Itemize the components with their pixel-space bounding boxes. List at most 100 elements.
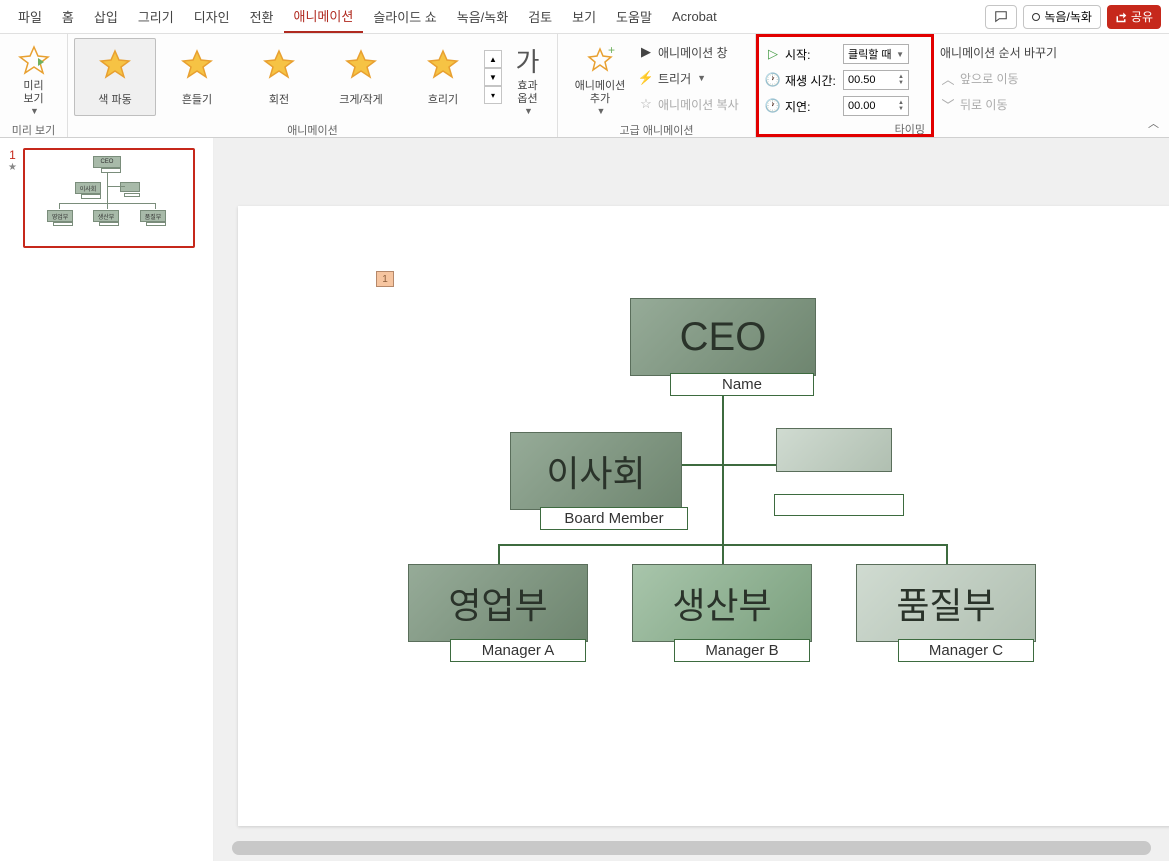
node-subtitle: Board Member [540, 507, 688, 530]
trigger-label: 트리거 [658, 70, 691, 87]
tab-transitions[interactable]: 전환 [240, 1, 284, 32]
trigger-button[interactable]: ⚡ 트리거 ▼ [638, 66, 739, 90]
chevron-down-icon: ▼ [30, 106, 39, 116]
star-icon [99, 48, 131, 87]
gallery-more[interactable]: ▾ [484, 86, 502, 104]
duration-label: 재생 시간: [785, 72, 836, 89]
chevron-down-icon: ﹀ [940, 96, 956, 112]
move-later-button: ﹀ 뒤로 이동 [940, 92, 1008, 116]
tab-design[interactable]: 디자인 [184, 1, 240, 32]
animation-gallery[interactable]: 색 파동 흔들기 회전 크게/작게 흐리기 [74, 38, 502, 116]
tab-help[interactable]: 도움말 [606, 1, 662, 32]
timing-start-row: ▷ 시작: 클릭할 때 ▼ [765, 41, 909, 67]
record-button[interactable]: 녹음/녹화 [1023, 5, 1101, 29]
anim-item-colorwave[interactable]: 색 파동 [74, 38, 156, 116]
node-subtitle [774, 494, 904, 516]
add-animation-label: 애니메이션 추가 [575, 80, 626, 106]
connector [946, 544, 948, 566]
node-subtitle: Manager C [898, 639, 1034, 662]
anim-item-rotate[interactable]: 회전 [238, 38, 320, 116]
tab-slideshow[interactable]: 슬라이드 쇼 [363, 1, 446, 32]
gallery-scroll: ▲ ▼ ▾ [484, 50, 502, 104]
star-icon [181, 48, 213, 87]
chevron-down-icon: ▼ [896, 50, 904, 59]
anim-item-fade[interactable]: 흐리기 [402, 38, 484, 116]
delay-clock-icon: 🕐 [765, 98, 781, 114]
share-icon [1115, 11, 1127, 23]
record-icon [1032, 13, 1040, 21]
preview-button[interactable]: 미리 보기 ▼ [6, 38, 61, 120]
star-icon [263, 48, 295, 87]
tab-insert[interactable]: 삽입 [84, 1, 128, 32]
record-label: 녹음/녹화 [1044, 8, 1092, 25]
tab-record[interactable]: 녹음/녹화 [447, 1, 518, 32]
tab-file[interactable]: 파일 [8, 1, 52, 32]
node-subtitle: Manager B [674, 639, 810, 662]
org-node-ceo[interactable]: CEO Name [630, 298, 816, 396]
node-box: 이사회 [510, 432, 682, 510]
ribbon: 미리 보기 ▼ 미리 보기 색 파동 흔들기 회전 [0, 34, 1169, 138]
move-earlier-label: 앞으로 이동 [960, 70, 1019, 87]
animation-indicator-icon: ★ [8, 162, 17, 173]
slide-thumbnail-1[interactable]: CEO 이사회 영업부 생산부 품질부 [23, 148, 195, 248]
add-animation-button[interactable]: + 애니메이션 추가 ▼ [564, 38, 636, 120]
org-node-dept1[interactable]: 영업부 Manager A [408, 564, 588, 662]
org-node-dept2[interactable]: 생산부 Manager B [632, 564, 812, 662]
gallery-scroll-up[interactable]: ▲ [484, 50, 502, 68]
group-label-timing: 타이밍 [765, 119, 925, 139]
anim-item-growshrink[interactable]: 크게/작게 [320, 38, 402, 116]
node-box: 생산부 [632, 564, 812, 642]
tab-review[interactable]: 검토 [518, 1, 562, 32]
chevron-down-icon: ▼ [597, 106, 606, 116]
svg-text:+: + [608, 44, 615, 57]
clock-icon: 🕐 [765, 72, 781, 88]
animation-pane-button[interactable]: ▶ 애니메이션 창 [638, 40, 739, 64]
node-box: CEO [630, 298, 816, 376]
ribbon-group-animations: 색 파동 흔들기 회전 크게/작게 흐리기 [68, 34, 558, 137]
org-node-assistant[interactable] [776, 428, 904, 516]
connector [722, 464, 724, 544]
timing-duration-row: 🕐 재생 시간: 00.50 ▲▼ [765, 67, 909, 93]
slide-number: 1 [9, 148, 16, 162]
delay-label: 지연: [785, 98, 810, 115]
tab-draw[interactable]: 그리기 [128, 1, 184, 32]
effect-options-icon: 가 [510, 42, 546, 78]
node-box [776, 428, 892, 472]
slide-canvas[interactable]: 1 CEO Name 이사회 Board Member [238, 206, 1169, 826]
animation-copy-button: ☆ 애니메이션 복사 [638, 92, 739, 116]
start-label: 시작: [785, 46, 810, 63]
effect-options-button[interactable]: 가 효과 옵션 ▼ [504, 38, 551, 120]
org-node-board[interactable]: 이사회 Board Member [510, 432, 688, 530]
scrollbar-thumb[interactable] [232, 841, 1151, 855]
node-box: 품질부 [856, 564, 1036, 642]
chevron-down-icon: ▼ [524, 106, 533, 116]
collapse-ribbon-button[interactable]: ︿ [1148, 115, 1159, 131]
anim-item-shake[interactable]: 흔들기 [156, 38, 238, 116]
start-select[interactable]: 클릭할 때 ▼ [843, 44, 909, 64]
duration-value: 00.50 [848, 74, 876, 86]
org-node-dept3[interactable]: 품질부 Manager C [856, 564, 1036, 662]
delay-value: 00.00 [848, 100, 876, 112]
anim-label: 색 파동 [98, 91, 131, 107]
horizontal-scrollbar[interactable] [232, 841, 1151, 855]
share-button[interactable]: 공유 [1107, 5, 1161, 29]
duration-spinner[interactable]: 00.50 ▲▼ [843, 70, 909, 90]
tab-acrobat[interactable]: Acrobat [662, 3, 727, 30]
tab-animations[interactable]: 애니메이션 [284, 0, 364, 33]
node-subtitle: Name [670, 373, 814, 396]
node-subtitle: Manager A [450, 639, 586, 662]
anim-label: 크게/작게 [339, 91, 383, 107]
effect-options-label: 효과 옵션 [517, 80, 537, 106]
connector [682, 464, 724, 466]
reorder-title: 애니메이션 순서 바꾸기 [940, 40, 1057, 64]
tab-view[interactable]: 보기 [562, 1, 606, 32]
main-area: 1 ★ CEO 이사회 영업부 생산부 품질부 [0, 138, 1169, 861]
slide-canvas-area: 1 CEO Name 이사회 Board Member [214, 138, 1169, 861]
comments-button[interactable] [985, 5, 1017, 29]
tab-home[interactable]: 홈 [52, 1, 84, 32]
gallery-scroll-down[interactable]: ▼ [484, 68, 502, 86]
ribbon-group-preview: 미리 보기 ▼ 미리 보기 [0, 34, 68, 137]
delay-spinner[interactable]: 00.00 ▲▼ [843, 96, 909, 116]
animation-tag[interactable]: 1 [376, 271, 394, 287]
connector [722, 384, 724, 464]
